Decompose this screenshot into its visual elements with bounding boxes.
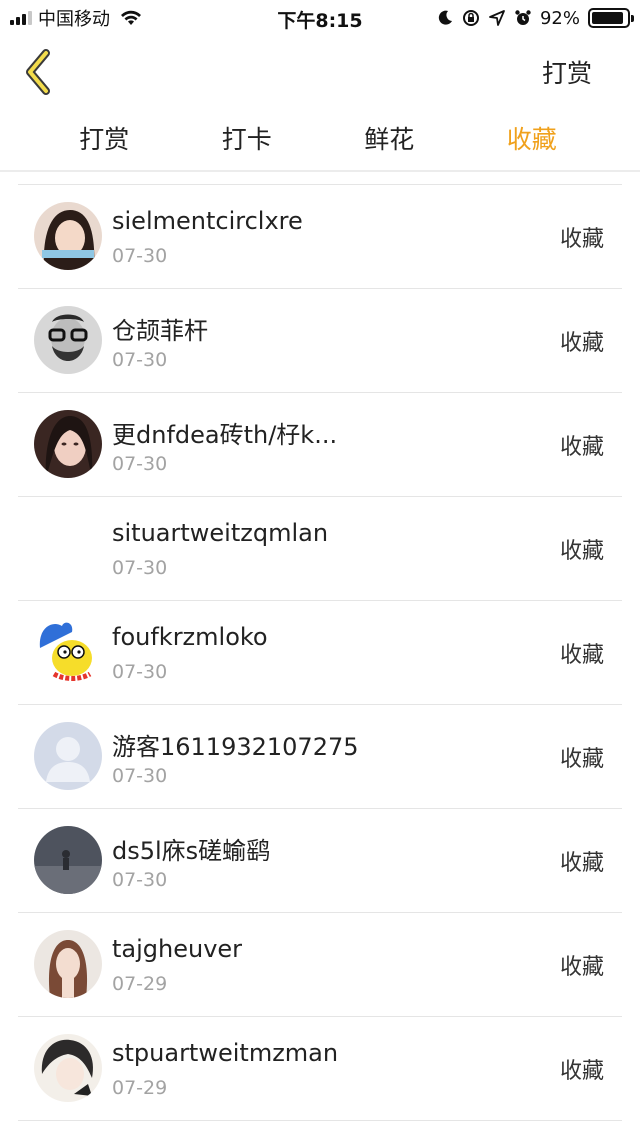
- item-date: 07-30: [112, 557, 168, 579]
- user-name: ds5l庥s磋蝓鹞: [112, 837, 271, 865]
- status-right: 92%: [436, 6, 634, 30]
- item-date: 07-30: [112, 349, 168, 371]
- action-label: 收藏: [559, 227, 604, 252]
- rotation-lock-icon: [462, 10, 479, 26]
- item-date: 07-29: [112, 973, 168, 995]
- action-label: 收藏: [559, 1059, 604, 1084]
- location-arrow-icon: [489, 10, 505, 26]
- battery-icon: [588, 8, 634, 28]
- user-name: 更dnfdea砖th/杍k...: [112, 421, 338, 449]
- list-item[interactable]: tajgheuver 07-29 收藏: [18, 913, 622, 1017]
- action-label: 收藏: [559, 955, 604, 980]
- tabs-divider: [0, 170, 640, 172]
- user-name: foufkrzmloko: [112, 623, 268, 651]
- action-label: 收藏: [559, 435, 604, 460]
- item-date: 07-30: [112, 869, 168, 891]
- girl-photo-avatar[interactable]: [34, 410, 102, 478]
- girl-photo-avatar[interactable]: [34, 930, 102, 998]
- action-label: 收藏: [559, 331, 604, 356]
- item-date: 07-30: [112, 765, 168, 787]
- list-item[interactable]: ds5l庥s磋蝓鹞 07-30 收藏: [18, 809, 622, 913]
- item-date: 07-30: [112, 661, 168, 683]
- tab-favorites[interactable]: 收藏: [461, 112, 604, 170]
- user-name: tajgheuver: [112, 935, 243, 963]
- action-label: 收藏: [559, 747, 604, 772]
- battery-percent: 92%: [539, 7, 580, 29]
- list-item[interactable]: sielmentcirclxre 07-30 收藏: [18, 185, 622, 289]
- moon-icon: [438, 10, 452, 25]
- action-label: 收藏: [559, 643, 604, 668]
- list-item[interactable]: 游客1611932107275 07-30 收藏: [18, 705, 622, 809]
- alarm-icon: [515, 10, 531, 25]
- anime-avatar[interactable]: [34, 1034, 102, 1102]
- girl-photo-avatar[interactable]: [34, 202, 102, 270]
- tab-bar: 打赏 打卡 鲜花 收藏: [0, 112, 640, 170]
- reward-button[interactable]: 打赏: [542, 54, 592, 90]
- list-item[interactable]: foufkrzmloko 07-30 收藏: [18, 601, 622, 705]
- user-name: 仓颉菲杆: [112, 317, 208, 345]
- battery-fill: [592, 12, 624, 24]
- tab-reward[interactable]: 打赏: [33, 112, 176, 170]
- item-date: 07-30: [112, 245, 168, 267]
- cartoon-avatar[interactable]: [34, 618, 102, 686]
- favorites-list: sielmentcirclxre 07-30 收藏 仓颉菲杆 07-30 收藏: [18, 184, 622, 1121]
- action-label: 收藏: [559, 539, 604, 564]
- item-date: 07-30: [112, 453, 168, 475]
- tab-checkin[interactable]: 打卡: [176, 112, 319, 170]
- user-name: sielmentcirclxre: [112, 207, 303, 235]
- tab-flowers[interactable]: 鲜花: [318, 112, 461, 170]
- status-bar: 中国移动 下午8:15 92%: [0, 0, 640, 36]
- chevron-left-icon: [26, 49, 50, 95]
- action-label: 收藏: [559, 851, 604, 876]
- nav-bar: 打赏: [0, 36, 640, 112]
- list-item[interactable]: stpuartweitmzman 07-29 收藏: [18, 1017, 622, 1121]
- list-item[interactable]: 仓颉菲杆 07-30 收藏: [18, 289, 622, 393]
- blank-avatar[interactable]: [34, 514, 102, 582]
- user-name: situartweitzqmlan: [112, 519, 329, 547]
- bearded-man-glasses-avatar[interactable]: [34, 306, 102, 374]
- default-user-avatar[interactable]: [34, 722, 102, 790]
- back-button[interactable]: [20, 48, 64, 96]
- dark-scene-avatar[interactable]: [34, 826, 102, 894]
- list-item[interactable]: situartweitzqmlan 07-30 收藏: [18, 497, 622, 601]
- user-name: stpuartweitmzman: [112, 1039, 339, 1067]
- item-date: 07-29: [112, 1077, 168, 1099]
- list-item[interactable]: 更dnfdea砖th/杍k... 07-30 收藏: [18, 393, 622, 497]
- user-name: 游客1611932107275: [112, 733, 359, 761]
